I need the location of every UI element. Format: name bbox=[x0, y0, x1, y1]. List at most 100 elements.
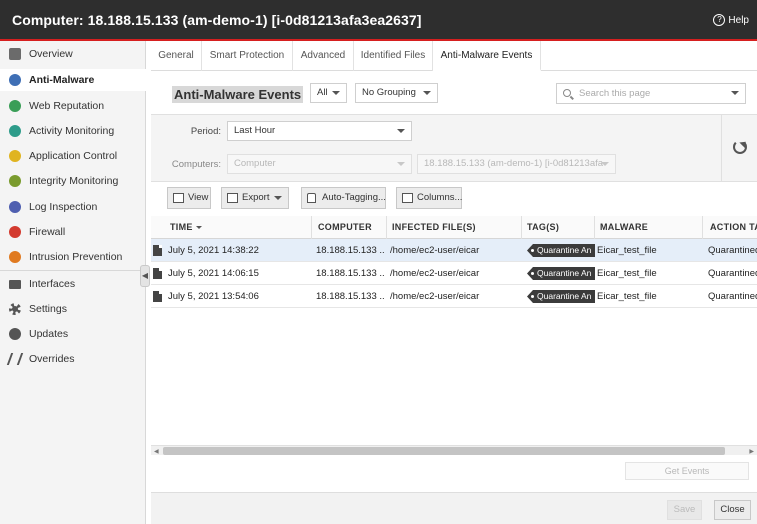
columns-icon bbox=[402, 193, 413, 203]
scrollbar-thumb[interactable] bbox=[163, 447, 725, 455]
sidebar-item-label: Intrusion Prevention bbox=[29, 251, 123, 263]
horizontal-scrollbar[interactable]: ◀ ▶ bbox=[151, 445, 757, 455]
sidebar-item-label: Activity Monitoring bbox=[29, 125, 115, 137]
tag-badge[interactable]: Quarantine An bbox=[527, 267, 595, 280]
web-reputation-icon bbox=[9, 100, 21, 112]
cell-time: July 5, 2021 14:06:15 bbox=[168, 268, 259, 279]
table-row[interactable]: July 5, 2021 13:54:06 18.188.15.133 ... … bbox=[151, 285, 757, 308]
sidebar-item-overrides[interactable]: Overrides bbox=[0, 348, 146, 370]
filter-dropdown[interactable]: All bbox=[310, 83, 347, 103]
period-label: Period: bbox=[190, 126, 221, 137]
column-divider[interactable] bbox=[702, 216, 703, 239]
computers-type-value: Computer bbox=[234, 158, 276, 169]
column-header-malware[interactable]: MALWARE bbox=[600, 222, 648, 232]
cell-computer: 18.188.15.133 ... bbox=[316, 268, 384, 279]
sidebar-item-intrusion-prevention[interactable]: Intrusion Prevention bbox=[0, 246, 146, 268]
sidebar-item-anti-malware[interactable]: Anti-Malware bbox=[0, 69, 146, 91]
dialog-footer: Save Close bbox=[151, 492, 757, 524]
sidebar-item-integrity-monitoring[interactable]: Integrity Monitoring bbox=[0, 170, 146, 192]
sidebar-item-log-inspection[interactable]: Log Inspection bbox=[0, 196, 146, 218]
period-value: Last Hour bbox=[234, 125, 276, 136]
column-divider[interactable] bbox=[311, 216, 312, 239]
column-divider[interactable] bbox=[594, 216, 595, 239]
sidebar-item-label: Updates bbox=[29, 328, 69, 340]
sidebar-collapse-handle[interactable]: ◀ bbox=[140, 265, 150, 287]
chevron-down-icon bbox=[274, 196, 282, 200]
window-title: Computer: 18.188.15.133 (am-demo-1) [i-0… bbox=[12, 12, 422, 28]
refresh-button[interactable] bbox=[721, 115, 757, 181]
cell-action-taken: Quarantined bbox=[708, 245, 757, 256]
get-events-button[interactable]: Get Events bbox=[625, 462, 749, 480]
log-inspection-icon bbox=[9, 201, 21, 213]
export-label: Export bbox=[242, 192, 270, 203]
intrusion-prevention-icon bbox=[9, 251, 21, 263]
save-button[interactable]: Save bbox=[667, 500, 702, 520]
computers-label: Computers: bbox=[171, 159, 221, 170]
sidebar-item-firewall[interactable]: Firewall bbox=[0, 221, 146, 243]
tab-identified-files[interactable]: Identified Files bbox=[354, 41, 433, 71]
chevron-down-icon bbox=[731, 91, 739, 95]
cell-infected-file: /home/ec2-user/eicar bbox=[390, 291, 480, 302]
column-divider[interactable] bbox=[386, 216, 387, 239]
period-dropdown[interactable]: Last Hour bbox=[227, 121, 412, 141]
columns-button[interactable]: Columns... bbox=[396, 187, 462, 209]
column-header-computer[interactable]: COMPUTER bbox=[318, 222, 372, 232]
table-row[interactable]: July 5, 2021 14:06:15 18.188.15.133 ... … bbox=[151, 262, 757, 285]
sidebar-item-application-control[interactable]: Application Control bbox=[0, 145, 146, 167]
column-header-action-taken[interactable]: ACTION TA bbox=[710, 222, 757, 232]
sidebar-item-web-reputation[interactable]: Web Reputation bbox=[0, 95, 146, 117]
column-header-infected-files[interactable]: INFECTED FILE(S) bbox=[392, 222, 476, 232]
sort-desc-icon bbox=[195, 226, 202, 230]
integrity-monitoring-icon bbox=[9, 175, 21, 187]
sidebar-item-overview[interactable]: Overview bbox=[0, 43, 146, 65]
search-icon bbox=[563, 89, 571, 97]
table-row[interactable]: July 5, 2021 14:38:22 18.188.15.133 ... … bbox=[151, 239, 757, 262]
tab-advanced[interactable]: Advanced bbox=[293, 41, 354, 71]
chevron-down-icon bbox=[397, 129, 405, 133]
tag-badge[interactable]: Quarantine An bbox=[527, 290, 595, 303]
help-button[interactable]: ? Help bbox=[713, 14, 749, 26]
overview-icon bbox=[9, 48, 21, 60]
tag-hole-icon bbox=[531, 249, 534, 252]
toolbar: View Export Auto-Tagging... Columns... bbox=[151, 182, 757, 216]
computers-value-dropdown[interactable]: 18.188.15.133 (am-demo-1) [i-0d81213afa bbox=[417, 154, 616, 174]
sidebar-item-settings[interactable]: Settings bbox=[0, 298, 146, 320]
close-button[interactable]: Close bbox=[714, 500, 751, 520]
sidebar-item-label: Overrides bbox=[29, 353, 75, 365]
refresh-icon bbox=[733, 140, 747, 154]
search-placeholder: Search this page bbox=[579, 88, 651, 99]
cell-malware: Eicar_test_file bbox=[597, 245, 657, 256]
cell-malware: Eicar_test_file bbox=[597, 268, 657, 279]
cell-time: July 5, 2021 14:38:22 bbox=[168, 245, 259, 256]
tag-hole-icon bbox=[531, 272, 534, 275]
sidebar-item-updates[interactable]: Updates bbox=[0, 323, 146, 345]
view-button[interactable]: View bbox=[167, 187, 211, 209]
tab-general[interactable]: General bbox=[151, 41, 202, 71]
sidebar-item-interfaces[interactable]: Interfaces bbox=[0, 273, 146, 295]
column-divider[interactable] bbox=[521, 216, 522, 239]
sidebar-item-label: Anti-Malware bbox=[29, 74, 95, 86]
settings-icon bbox=[9, 303, 21, 315]
grouping-dropdown[interactable]: No Grouping bbox=[355, 83, 438, 103]
overrides-icon bbox=[6, 353, 24, 365]
scroll-left-icon[interactable]: ◀ bbox=[154, 448, 159, 455]
chevron-down-icon bbox=[332, 91, 340, 95]
column-header-tags[interactable]: TAG(S) bbox=[527, 222, 559, 232]
column-header-time[interactable]: TIME bbox=[170, 222, 202, 232]
grouping-value: No Grouping bbox=[362, 87, 416, 98]
filter-panel: Period: Last Hour Computers: Computer 18… bbox=[151, 114, 757, 182]
tab-bar: General Smart Protection Advanced Identi… bbox=[151, 41, 757, 71]
tab-anti-malware-events[interactable]: Anti-Malware Events bbox=[433, 41, 541, 71]
computers-type-dropdown[interactable]: Computer bbox=[227, 154, 412, 174]
auto-tagging-button[interactable]: Auto-Tagging... bbox=[301, 187, 386, 209]
scroll-right-icon[interactable]: ▶ bbox=[749, 448, 754, 455]
search-input[interactable]: Search this page bbox=[556, 83, 746, 104]
file-icon bbox=[153, 291, 162, 302]
export-button[interactable]: Export bbox=[221, 187, 289, 209]
tab-smart-protection[interactable]: Smart Protection bbox=[202, 41, 293, 71]
sidebar-item-label: Firewall bbox=[29, 226, 66, 238]
tag-badge[interactable]: Quarantine An bbox=[527, 244, 595, 257]
firewall-icon bbox=[9, 226, 21, 238]
cell-time: July 5, 2021 13:54:06 bbox=[168, 291, 259, 302]
sidebar-item-activity-monitoring[interactable]: Activity Monitoring bbox=[0, 120, 146, 142]
